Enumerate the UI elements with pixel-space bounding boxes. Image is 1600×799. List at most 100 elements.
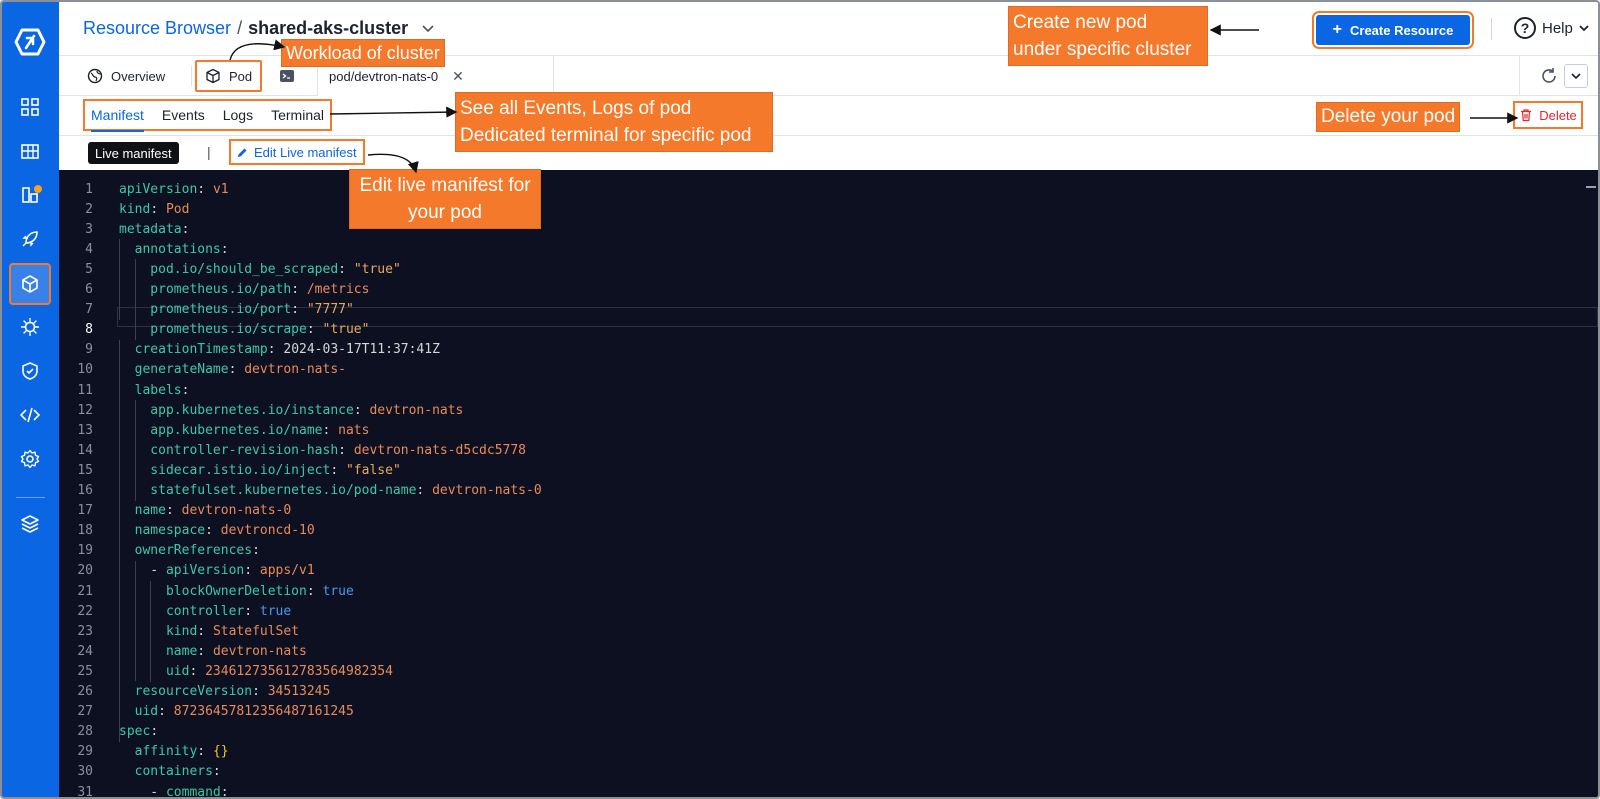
- code-token: annotations: [119, 241, 221, 257]
- code-token: :: [205, 523, 221, 539]
- help-label: Help: [1542, 19, 1573, 37]
- subtab-logs[interactable]: Logs: [223, 107, 253, 123]
- code-line: 16 statefulset.kubernetes.io/pod-name: d…: [59, 481, 1598, 501]
- delete-label: Delete: [1539, 107, 1577, 123]
- code-token: labels: [119, 382, 182, 398]
- line-number: 19: [77, 543, 93, 559]
- code-token: :: [150, 724, 159, 740]
- subtab-terminal[interactable]: Terminal: [271, 107, 324, 123]
- apps-grid-icon[interactable]: [18, 95, 42, 119]
- code-line: 30 containers:: [59, 762, 1598, 782]
- stack-layers-icon[interactable]: [18, 512, 42, 536]
- app-window: Resource Browser / shared-aks-cluster + …: [0, 0, 1600, 799]
- code-token: pod.io/should_be_scraped: [119, 261, 339, 277]
- code-token: apiVersion: [165, 563, 245, 579]
- code-token: :: [228, 362, 245, 378]
- tabs-overflow-button[interactable]: [1564, 64, 1588, 88]
- annotation-create-line2: under specific cluster: [1013, 39, 1192, 60]
- code-token: true: [322, 583, 354, 599]
- line-number: 27: [77, 704, 93, 720]
- code-token: blockOwnerDeletion: [119, 583, 307, 599]
- code-icon[interactable]: [18, 403, 42, 427]
- code-token: devtron-nats-0: [432, 483, 542, 498]
- code-line: 19 ownerReferences:: [59, 541, 1598, 561]
- code-token: :: [165, 503, 182, 519]
- code-line: 6 prometheus.io/path: /metrics: [59, 280, 1598, 300]
- line-number: 21: [77, 583, 93, 599]
- code-text: creationTimestamp: 2024-03-17T11:37:41Z: [119, 342, 440, 357]
- app-groups-icon[interactable]: [18, 139, 42, 163]
- code-token: :: [197, 643, 213, 659]
- resource-browser-cube-icon[interactable]: [18, 272, 42, 296]
- code-line: 31 - command:: [59, 782, 1598, 799]
- code-token: "true": [353, 261, 401, 277]
- code-token: :: [220, 241, 229, 257]
- tab-pod[interactable]: Pod: [195, 60, 263, 92]
- code-token: affinity: [119, 744, 198, 760]
- subtab-manifest[interactable]: Manifest: [91, 107, 144, 132]
- refresh-icon[interactable]: [1539, 66, 1559, 86]
- code-token: kind: [119, 201, 151, 217]
- code-line: 7 prometheus.io/port: "7777": [59, 300, 1598, 320]
- help-menu[interactable]: ? Help: [1514, 17, 1589, 39]
- cluster-selector[interactable]: shared-aks-cluster: [248, 18, 408, 39]
- code-token: :: [197, 181, 213, 197]
- code-token: kind: [119, 623, 198, 639]
- code-line: 11 labels:: [59, 380, 1598, 400]
- code-token: devtron-nats-: [244, 362, 346, 378]
- code-line: 4 annotations:: [59, 239, 1598, 259]
- line-number: 11: [77, 382, 93, 398]
- code-text: namespace: devtroncd-10: [119, 523, 315, 538]
- code-token: creationTimestamp: [119, 342, 268, 358]
- code-token: v1: [212, 181, 229, 197]
- indent-guide: [119, 339, 120, 742]
- code-text: pod.io/should_be_scraped: "true": [119, 261, 401, 277]
- security-shield-icon[interactable]: [18, 359, 42, 383]
- code-token: prometheus.io/scrape: [119, 322, 307, 338]
- code-text: kind: StatefulSet: [119, 624, 299, 639]
- code-token: statefulset.kubernetes.io/pod-name: [119, 483, 417, 498]
- code-text: sidecar.istio.io/inject: "false": [119, 462, 401, 478]
- code-token: spec: [119, 724, 151, 740]
- settings-gear-icon[interactable]: [18, 447, 42, 471]
- manifest-code-editor[interactable]: 1 apiVersion: v1 2 kind: Pod 3 metadata: 4 ann…: [59, 170, 1598, 797]
- edit-live-manifest-button[interactable]: Edit Live manifest: [229, 139, 365, 165]
- code-line: 29 affinity: {}: [59, 742, 1598, 762]
- code-token: :: [267, 342, 284, 358]
- code-token: :: [306, 583, 323, 599]
- annotation-edit-manifest: Edit live manifest for your pod: [349, 169, 541, 229]
- code-token: sidecar.istio.io/inject: [119, 462, 331, 478]
- delete-button[interactable]: Delete: [1513, 101, 1583, 129]
- help-question-icon: ?: [1514, 17, 1536, 39]
- code-token: command: [165, 784, 221, 799]
- code-token: :: [181, 382, 190, 398]
- code-line: 3 metadata:: [59, 219, 1598, 239]
- code-line: 22 controller: true: [59, 601, 1598, 621]
- devtron-logo-icon[interactable]: [14, 26, 46, 58]
- breadcrumb-resource-browser[interactable]: Resource Browser: [83, 18, 231, 39]
- code-line: 5 pod.io/should_be_scraped: "true": [59, 259, 1598, 279]
- indent-guide: [150, 581, 152, 682]
- create-resource-button[interactable]: + Create Resource: [1312, 11, 1474, 49]
- code-text: controller-revision-hash: devtron-nats-d…: [119, 443, 526, 458]
- code-text: prometheus.io/scrape: "true": [119, 322, 369, 337]
- chevron-down-icon[interactable]: [422, 24, 434, 33]
- code-line: 13 app.kubernetes.io/name: nats: [59, 420, 1598, 440]
- header-divider: [1491, 18, 1492, 40]
- overview-globe-icon: [87, 68, 103, 84]
- code-token: :: [416, 483, 433, 498]
- deploy-rocket-icon[interactable]: [18, 227, 42, 251]
- code-token: :: [212, 764, 221, 780]
- cluster-helm-icon[interactable]: [18, 315, 42, 339]
- close-icon[interactable]: ✕: [452, 68, 464, 85]
- code-token: :: [189, 663, 206, 679]
- indent-guide: [134, 259, 136, 340]
- subtab-events[interactable]: Events: [162, 107, 205, 123]
- code-token: uid: [119, 704, 159, 720]
- live-manifest-toggle[interactable]: Live manifest: [88, 142, 179, 164]
- code-token: :: [252, 684, 268, 699]
- line-number: 31: [77, 784, 93, 799]
- tab-overview[interactable]: Overview: [87, 56, 165, 96]
- line-number: 23: [77, 623, 93, 639]
- code-token: "false": [345, 462, 401, 478]
